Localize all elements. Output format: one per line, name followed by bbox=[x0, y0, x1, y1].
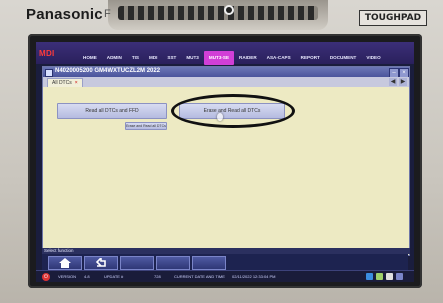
nav-tab-home[interactable]: HOME bbox=[78, 51, 102, 65]
status-bar: ⏻ VERSION 4.8 UPDATE # 728 CURRENT DATE … bbox=[36, 270, 414, 282]
window-app-icon bbox=[45, 69, 53, 77]
update-value: 728 bbox=[154, 274, 161, 279]
document-tabstrip: All DTCs × ◀ ▶ bbox=[43, 77, 409, 87]
nav-tab-video[interactable]: VIDEO bbox=[361, 51, 385, 65]
top-navigation: MDI HOME ADMIN TIS MDI SST MUT3 MUT3-SE RAIDER A… bbox=[36, 42, 414, 65]
tablet-vents bbox=[118, 6, 318, 20]
nav-tab-mut3-se[interactable]: MUT3-SE bbox=[203, 51, 235, 65]
keyboard-icon[interactable] bbox=[386, 273, 393, 280]
datetime-value: 02/11/2022 12:33:04 PM bbox=[232, 274, 276, 279]
function-key-5[interactable] bbox=[192, 256, 226, 270]
nav-tab-document[interactable]: DOCUMENT bbox=[325, 51, 362, 65]
nav-tab-mut3[interactable]: MUT3 bbox=[181, 51, 204, 65]
function-key-4[interactable] bbox=[156, 256, 190, 270]
brand-suffix: F bbox=[104, 8, 111, 20]
back-arrow-icon bbox=[95, 258, 106, 267]
version-value: 4.8 bbox=[84, 274, 90, 279]
nav-tab-admin[interactable]: ADMIN bbox=[102, 51, 127, 65]
highlight-circle bbox=[171, 94, 295, 128]
prev-arrow-icon[interactable]: ◀ bbox=[389, 78, 397, 86]
tablet-device: Panasonic F TOUGHPAD MDI HOME ADMIN TIS MDI… bbox=[0, 0, 443, 303]
battery-icon[interactable] bbox=[376, 273, 383, 280]
nav-tab-sst[interactable]: SST bbox=[162, 51, 181, 65]
power-icon[interactable]: ⏻ bbox=[42, 273, 50, 281]
network-icon[interactable] bbox=[366, 273, 373, 280]
nav-tabs: HOME ADMIN TIS MDI SST MUT3 MUT3-SE RAIDER ASA-C… bbox=[78, 51, 386, 65]
function-area: Select function bbox=[42, 248, 410, 270]
tablet-handle bbox=[108, 0, 328, 30]
window-titlebar: N4020005200 GM4WXTUCZL2M 2022 – × bbox=[43, 67, 409, 78]
nav-tab-report[interactable]: REPORT bbox=[296, 51, 325, 65]
nav-tab-mdi[interactable]: MDI bbox=[144, 51, 162, 65]
function-key-3[interactable] bbox=[120, 256, 154, 270]
back-button[interactable] bbox=[84, 256, 118, 270]
model-badge: TOUGHPAD bbox=[359, 10, 427, 26]
tab-close-icon[interactable]: × bbox=[75, 80, 78, 86]
home-button[interactable] bbox=[48, 256, 82, 270]
update-label: UPDATE # bbox=[104, 274, 124, 279]
erase-read-tooltip: Erase and Read all DTCs bbox=[125, 122, 167, 130]
nav-tab-raider[interactable]: RAIDER bbox=[234, 51, 262, 65]
brand-logo: Panasonic bbox=[26, 6, 103, 23]
window-title: N4020005200 GM4WXTUCZL2M 2022 bbox=[55, 68, 161, 74]
dtc-window: N4020005200 GM4WXTUCZL2M 2022 – × All DT… bbox=[42, 66, 410, 256]
screen: MDI HOME ADMIN TIS MDI SST MUT3 MUT3-SE RAIDER A… bbox=[36, 42, 414, 282]
next-arrow-icon[interactable]: ▶ bbox=[399, 78, 407, 86]
datetime-label: CURRENT DATE AND TIME bbox=[174, 274, 225, 279]
home-icon bbox=[59, 258, 71, 268]
version-label: VERSION bbox=[58, 274, 77, 279]
read-dtcs-button[interactable]: Read all DTCs and FFD bbox=[57, 103, 167, 119]
nav-tab-asa-caps[interactable]: ASA-CAPS bbox=[262, 51, 296, 65]
nav-tab-tis[interactable]: TIS bbox=[127, 51, 144, 65]
tab-all-dtcs[interactable]: All DTCs × bbox=[47, 78, 83, 87]
tray-icon[interactable] bbox=[396, 273, 403, 280]
tab-label: All DTCs bbox=[52, 80, 72, 86]
function-bar bbox=[42, 254, 408, 270]
app-logo: MDI bbox=[39, 49, 55, 58]
camera-icon bbox=[226, 7, 232, 13]
touch-cursor bbox=[217, 113, 223, 121]
